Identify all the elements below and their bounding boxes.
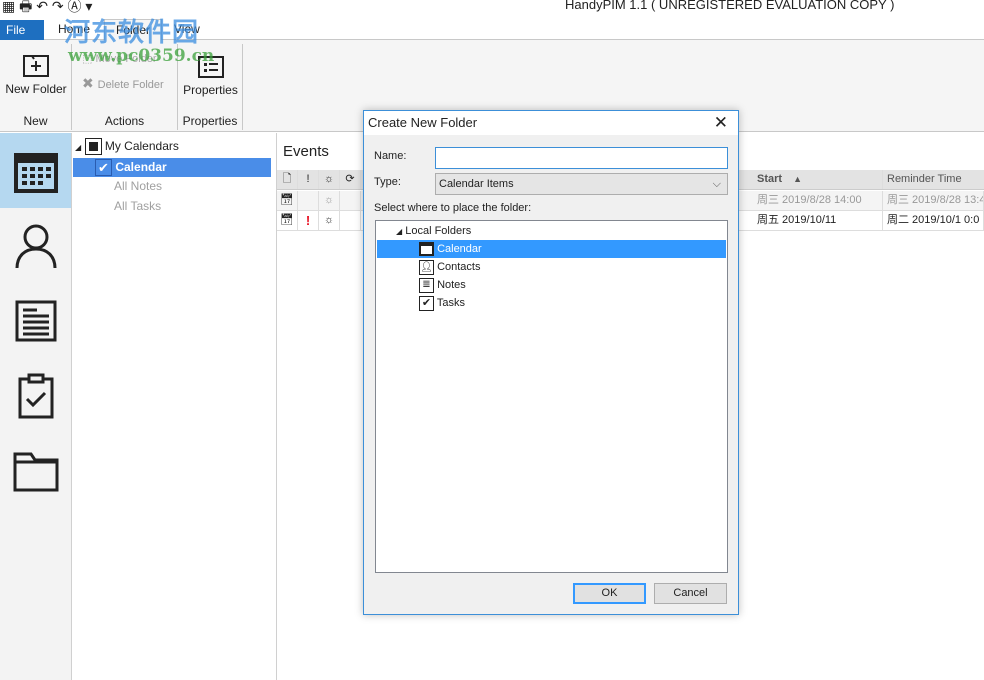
name-input[interactable] bbox=[435, 147, 728, 169]
location-tree: ◢ Local Folders Calendar 👤︎ Contacts ≣ N… bbox=[375, 220, 728, 573]
calendar-icon bbox=[13, 152, 58, 193]
group-label-properties: Properties bbox=[182, 114, 238, 128]
contact-icon: 👤︎ bbox=[419, 259, 434, 275]
type-select[interactable]: Calendar Items ⌵ bbox=[435, 173, 728, 195]
sort-ascending-icon: ▲ bbox=[793, 174, 803, 184]
group-label-actions: Actions bbox=[104, 114, 145, 128]
tree-root-my-calendars[interactable]: ◢ My Calendars bbox=[72, 137, 270, 156]
reminder-cell: 周二 2019/10/1 0:0 bbox=[883, 211, 984, 230]
column-reminder-time[interactable]: Reminder Time bbox=[883, 170, 984, 189]
tree-item-calendar[interactable]: ✔ Calendar bbox=[73, 158, 271, 177]
collapse-arrow-icon[interactable]: ◢ bbox=[396, 227, 402, 236]
folder-tree: ◢ My Calendars ✔ Calendar All Notes All … bbox=[72, 133, 277, 680]
tasks-icon: ✔ bbox=[419, 295, 434, 311]
reminder-bell-icon: ☼ bbox=[319, 191, 340, 210]
important-icon: ! bbox=[298, 211, 319, 230]
tree-item-calendar[interactable]: Calendar bbox=[377, 240, 726, 258]
document-icon[interactable]: 🗋 bbox=[277, 170, 298, 189]
dialog-title: Create New Folder bbox=[368, 115, 478, 130]
tree-item-tasks[interactable]: ✔ Tasks bbox=[377, 294, 726, 312]
tasks-icon bbox=[18, 373, 53, 418]
watermark-logo: 河东软件园 bbox=[64, 17, 200, 47]
tab-file[interactable]: File bbox=[0, 20, 44, 42]
folder-icon bbox=[13, 452, 58, 491]
start-cell: 周五 2019/10/11 bbox=[753, 211, 883, 230]
importance-icon[interactable]: ! bbox=[298, 170, 319, 189]
collapse-arrow-icon[interactable]: ◢ bbox=[75, 143, 81, 152]
create-new-folder-dialog: Create New Folder ✕ Name: Type: Calendar… bbox=[363, 110, 739, 615]
close-icon[interactable]: ✕ bbox=[714, 111, 728, 135]
reminder-cell: 周三 2019/8/28 13:4 bbox=[883, 191, 984, 210]
recurrence-cell bbox=[340, 191, 361, 210]
contacts-icon bbox=[15, 224, 56, 268]
watermark-url: www.pc0359.cn bbox=[68, 46, 215, 66]
reminder-bell-icon: ☼ bbox=[319, 211, 340, 230]
tree-item-contacts[interactable]: 👤︎ Contacts bbox=[377, 258, 726, 276]
tree-item-notes[interactable]: ≣ Notes bbox=[377, 276, 726, 294]
importance-cell bbox=[298, 191, 319, 210]
type-label: Type: bbox=[374, 176, 401, 188]
name-label: Name: bbox=[374, 150, 407, 162]
reminder-bell-icon[interactable]: ☼ bbox=[319, 170, 340, 189]
delete-icon: ✖ bbox=[82, 75, 98, 91]
calendar-item-icon: 📅︎ bbox=[277, 211, 298, 230]
checkbox-checked-icon[interactable]: ✔ bbox=[95, 159, 112, 177]
delete-folder-button[interactable]: ✖ Delete Folder bbox=[82, 75, 164, 92]
navigation-bar bbox=[0, 133, 72, 680]
nav-notes[interactable] bbox=[0, 283, 71, 358]
notes-icon: ≣ bbox=[419, 277, 434, 293]
new-folder-button[interactable]: New Folder bbox=[0, 50, 72, 96]
nav-contacts[interactable] bbox=[0, 208, 71, 283]
new-folder-icon bbox=[23, 55, 49, 77]
nav-folders[interactable] bbox=[0, 433, 71, 508]
cancel-button[interactable]: Cancel bbox=[654, 583, 727, 604]
events-title: Events bbox=[283, 143, 329, 160]
notes-icon bbox=[15, 300, 56, 341]
calendar-group-checkbox[interactable] bbox=[84, 138, 102, 156]
start-cell: 周三 2019/8/28 14:00 bbox=[753, 191, 883, 210]
dialog-title-bar: Create New Folder ✕ bbox=[364, 111, 738, 135]
calendar-item-icon: 📅︎ bbox=[277, 191, 298, 210]
recurrence-cell bbox=[340, 211, 361, 230]
calendar-icon bbox=[419, 242, 434, 257]
ok-button[interactable]: OK bbox=[573, 583, 646, 604]
recurrence-icon[interactable]: ⟳ bbox=[340, 170, 361, 189]
group-new: New Folder New bbox=[0, 44, 72, 130]
group-label-new: New bbox=[23, 114, 48, 128]
nav-tasks[interactable] bbox=[0, 358, 71, 433]
place-label: Select where to place the folder: bbox=[374, 202, 532, 214]
tree-root-local-folders[interactable]: ◢ Local Folders bbox=[377, 222, 726, 240]
chevron-down-icon: ⌵ bbox=[712, 178, 721, 190]
nav-calendar[interactable] bbox=[0, 133, 71, 208]
column-start[interactable]: Start ▲ bbox=[753, 170, 883, 189]
window-title: HandyPIM 1.1 ( UNREGISTERED EVALUATION C… bbox=[565, 0, 895, 12]
